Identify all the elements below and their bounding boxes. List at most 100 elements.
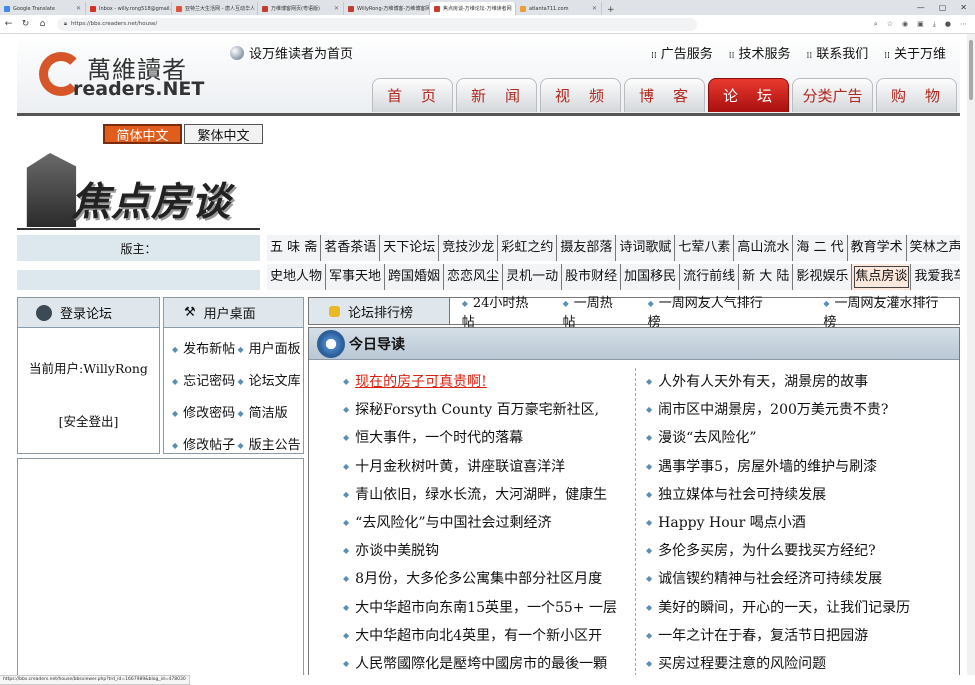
category-link[interactable]: 军事天地 <box>326 264 386 290</box>
guide-article-link[interactable]: ◆ 人民幣國際化是壓垮中國房市的最後一顆 <box>343 650 635 675</box>
category-link[interactable]: 我爱我车 <box>911 264 960 290</box>
downloads-icon[interactable]: ⤓ <box>933 20 936 29</box>
top-link[interactable]: ⁞⁞ 技术服务 <box>729 43 791 62</box>
user-desk-link[interactable]: ◆ 发布新帖 <box>172 338 238 357</box>
guide-article-link[interactable]: ◆ 诚信锲约精神与社会经济可持续发展 <box>646 565 960 593</box>
guide-article-link[interactable]: ◆ 现在的房子可真贵啊! <box>343 368 635 396</box>
back-icon[interactable]: ← <box>0 19 17 29</box>
category-link[interactable]: 加国移民 <box>621 264 681 290</box>
main-nav-tab[interactable]: 论 坛 <box>708 78 789 112</box>
category-link[interactable]: 天下论坛 <box>380 235 440 261</box>
browser-tab[interactable]: Google Translate ✕ <box>0 2 86 15</box>
main-nav-tab[interactable]: 视 频 <box>540 78 621 112</box>
category-link[interactable]: 笑林之声 <box>907 235 960 261</box>
user-desk-link[interactable]: ◆ 版主公告 <box>238 434 304 453</box>
main-nav-tab[interactable]: 新 闻 <box>456 78 537 112</box>
browser-tab[interactable]: WillyRong-万维博客-万维博客网✕ <box>344 2 430 15</box>
page-scrollbar[interactable] <box>967 34 975 675</box>
guide-article-link[interactable]: ◆ 十月金秋树叶黄，讲座联谊喜洋洋 <box>343 453 635 481</box>
category-link[interactable]: 彩虹之约 <box>498 235 558 261</box>
category-link[interactable]: 海 二 代 <box>793 235 848 261</box>
scroll-thumb[interactable] <box>969 40 973 100</box>
guide-article-link[interactable]: ◆ Happy Hour 喝点小酒 <box>646 509 960 537</box>
category-link[interactable]: 五 味 斋 <box>267 235 322 261</box>
ranking-link[interactable]: ◆ 一周热帖 <box>551 292 636 330</box>
top-link[interactable]: ⁞⁞ 广告服务 <box>651 43 713 62</box>
home-icon[interactable]: ⌂ <box>34 19 51 29</box>
guide-article-link[interactable]: ◆ 美好的瞬间，开心的一天，让我们记录历 <box>646 594 960 622</box>
guide-article-link[interactable]: ◆ 亦谈中美脱钩 <box>343 537 635 565</box>
category-link[interactable]: 教育学术 <box>848 235 907 261</box>
category-link[interactable]: 茗香茶语 <box>321 235 381 261</box>
ranking-link[interactable]: ◆ 24小时热帖 <box>450 292 551 330</box>
category-link[interactable]: 摄友部落 <box>557 235 617 261</box>
guide-article-link[interactable]: ◆ 漫谈“去风险化” <box>646 424 960 452</box>
main-nav-tab[interactable]: 分类广告 <box>792 78 873 112</box>
guide-article-link[interactable]: ◆ 闹市区中湖景房，200万美元贵不贵? <box>646 396 960 424</box>
set-homepage-link[interactable]: 设万维读者为首页 <box>230 43 353 62</box>
guide-article-link[interactable]: ◆ 独立媒体与社会可持续发展 <box>646 481 960 509</box>
extension-icon[interactable]: ◉ <box>902 20 908 29</box>
creaders-logo[interactable]: 萬維讀者 readers.NET <box>39 48 204 108</box>
guide-article-link[interactable]: ◆ 大中华超市向北4英里，有一个新小区开 <box>343 622 635 650</box>
guide-article-link[interactable]: ◆ 青山依旧，绿水长流，大河湖畔，健康生 <box>343 481 635 509</box>
profile-icon[interactable]: ● <box>945 20 951 29</box>
category-link[interactable]: 诗词歌赋 <box>616 235 676 261</box>
browser-tab[interactable]: Inbox - willy.rong518@gmail.com✕ <box>86 2 172 15</box>
user-desk-link[interactable]: ◆ 修改帖子 <box>172 434 238 453</box>
new-tab-button[interactable]: + <box>602 5 620 15</box>
category-link[interactable]: 流行前线 <box>680 264 740 290</box>
address-bar[interactable]: 🔒︎ https://bbs.creaders.net/house/ <box>57 17 697 31</box>
browser-tab[interactable]: 亚特兰大生活网 - 唐人互动华人✕ <box>172 2 258 15</box>
user-desk-link[interactable]: ◆ 用户面板 <box>238 338 304 357</box>
minimize-icon[interactable]: — <box>917 3 925 12</box>
guide-article-link[interactable]: ◆ 8月份，大多伦多公寓集中部分社区月度 <box>343 565 635 593</box>
tab-close-icon[interactable]: ✕ <box>334 5 339 12</box>
traditional-chinese-button[interactable]: 繁体中文 <box>184 124 263 144</box>
category-link[interactable]: 跨国婚姻 <box>385 264 445 290</box>
user-desk-link[interactable]: ◆ 修改密码 <box>172 402 238 421</box>
zoom-icon[interactable]: ⌕ <box>874 20 878 29</box>
simplified-chinese-button[interactable]: 简体中文 <box>103 124 182 144</box>
category-link[interactable]: 高山流水 <box>734 235 794 261</box>
guide-article-link[interactable]: ◆ “去风险化”与中国社会过剩经济 <box>343 509 635 537</box>
main-nav-tab[interactable]: 首 页 <box>372 78 453 112</box>
category-link[interactable]: 股市财经 <box>562 264 622 290</box>
category-link[interactable]: 恋恋风尘 <box>444 264 504 290</box>
top-link[interactable]: ⁞⁞ 关于万维 <box>884 43 946 62</box>
guide-article-link[interactable]: ◆ 遇事学事5，房屋外墙的维护与刷漆 <box>646 453 960 481</box>
category-link[interactable]: 影视娱乐 <box>793 264 853 290</box>
ranking-link[interactable]: ◆ 一周网友灌水排行榜 <box>783 292 959 330</box>
reload-icon[interactable]: ↻ <box>17 19 34 29</box>
top-link[interactable]: ⁞⁞ 联系我们 <box>807 43 869 62</box>
main-nav-tab[interactable]: 博 客 <box>624 78 705 112</box>
category-link[interactable]: 七荤八素 <box>675 235 735 261</box>
user-desk-link[interactable]: ◆ 论坛文库 <box>238 370 304 389</box>
category-link[interactable]: 史地人物 <box>267 264 327 290</box>
favorite-star-icon[interactable]: ☆ <box>887 20 893 29</box>
close-window-icon[interactable]: ✕ <box>960 3 967 12</box>
browser-tab[interactable]: 万维博客网页(粤语版) ✕ <box>258 2 344 15</box>
tab-close-icon[interactable]: ✕ <box>592 5 597 12</box>
collections-icon[interactable]: ▣ <box>917 20 924 29</box>
guide-article-link[interactable]: ◆ 大中华超市向东南15英里，一个55+ 一层 <box>343 594 635 622</box>
guide-article-link[interactable]: ◆ 一年之计在于春，复活节日把园游 <box>646 622 960 650</box>
menu-icon[interactable]: ⋯ <box>960 20 967 29</box>
browser-tab[interactable]: atlanta711.com ✕ <box>516 2 602 15</box>
main-nav-tab[interactable]: 购 物 <box>876 78 957 112</box>
tab-close-icon[interactable]: ✕ <box>76 5 81 12</box>
maximize-icon[interactable]: ▢ <box>939 3 947 12</box>
guide-article-link[interactable]: ◆ 探秘Forsyth County 百万豪宅新社区, <box>343 396 635 424</box>
user-desk-link[interactable]: ◆ 忘记密码 <box>172 370 238 389</box>
guide-article-link[interactable]: ◆ 买房过程要注意的风险问题 <box>646 650 960 675</box>
guide-article-link[interactable]: ◆ 恒大事件，一个时代的落幕 <box>343 424 635 452</box>
ranking-link[interactable]: ◆ 一周网友人气排行榜 <box>636 292 784 330</box>
category-link[interactable]: 焦点房谈 <box>852 264 912 290</box>
category-link[interactable]: 新 大 陆 <box>739 264 794 290</box>
browser-tab[interactable]: 焦点房谈-万维论坛-万维读者网✕ <box>430 2 516 15</box>
user-desk-link[interactable]: ◆ 简洁版 <box>238 402 304 421</box>
category-link[interactable]: 灵机一动 <box>503 264 563 290</box>
logout-link[interactable]: [安全登出] <box>18 411 159 430</box>
guide-article-title-highlight[interactable]: 现在的房子可真贵啊! <box>355 374 487 390</box>
guide-article-link[interactable]: ◆ 人外有人天外有天，湖景房的故事 <box>646 368 960 396</box>
